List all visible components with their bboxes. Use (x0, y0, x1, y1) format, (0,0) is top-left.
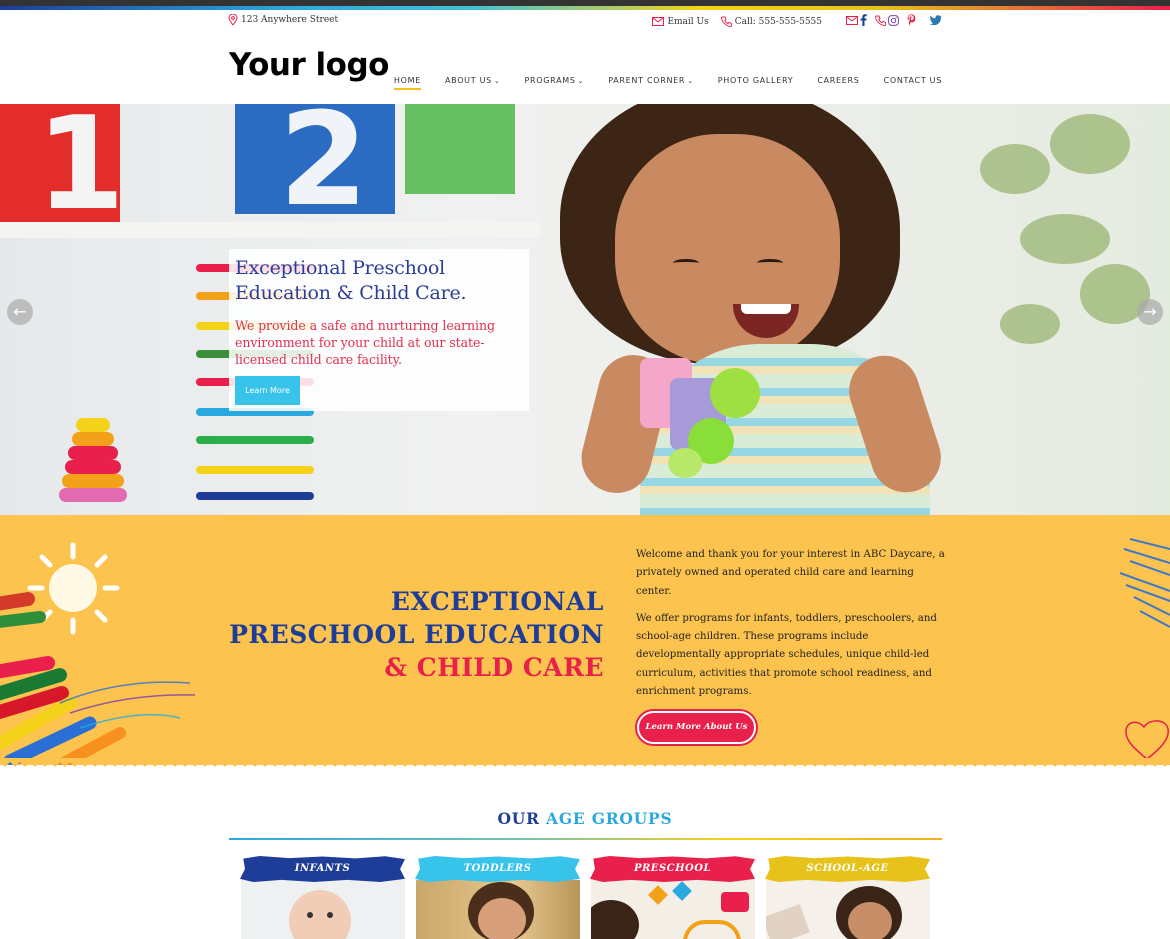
social-phone-icon[interactable] (875, 15, 886, 29)
nav-photo-gallery[interactable]: PHOTO GALLERY (706, 76, 806, 85)
nav-careers[interactable]: CAREERS (805, 76, 871, 85)
address-text: 123 Anywhere Street (241, 15, 339, 25)
stacking-rings (56, 416, 130, 515)
number-block-blue: 2 (235, 104, 395, 235)
main-nav: HOME ABOUT US ⌄ PROGRAMS ⌄ PARENT CORNER ⌄ … (382, 76, 942, 90)
phone-icon (720, 16, 732, 27)
nav-contact-us-label: CONTACT US (883, 76, 942, 85)
chevron-down-icon: ⌄ (687, 77, 694, 85)
school-age-banner: SCHOOL-AGE (765, 856, 930, 882)
top-bar: 123 Anywhere Street Email Us Call: 555-5… (228, 12, 942, 32)
infants-banner: INFANTS (240, 856, 405, 882)
preschool-banner: PRESCHOOL (590, 856, 755, 882)
nav-programs-label: PROGRAMS (524, 76, 576, 85)
age-group-card-infants[interactable]: INFANTS (240, 856, 405, 939)
nav-about-us[interactable]: ABOUT US ⌄ (433, 76, 513, 85)
site-logo[interactable]: Your logo (229, 47, 389, 83)
nav-parent-corner-label: PARENT CORNER (608, 76, 686, 85)
shelf (0, 222, 540, 238)
welcome-para-2: We offer programs for infants, toddlers,… (636, 612, 937, 698)
email-us-label: Email Us (667, 16, 709, 27)
toy-block-green (405, 104, 515, 194)
phone-link[interactable]: Call: 555-555-5555 (720, 16, 822, 27)
toddlers-banner: TODDLERS (415, 856, 580, 882)
age-groups-title-part1: OUR (497, 809, 540, 828)
zigzag-edge (0, 758, 1170, 767)
welcome-section: EXCEPTIONAL PRESCHOOL EDUCATION & CHILD … (0, 515, 1170, 765)
welcome-heading: EXCEPTIONAL PRESCHOOL EDUCATION & CHILD … (229, 585, 604, 684)
toddlers-photo (416, 880, 580, 939)
page: 123 Anywhere Street Email Us Call: 555-5… (0, 0, 1170, 939)
welcome-text: Welcome and thank you for your interest … (636, 546, 946, 701)
address: 123 Anywhere Street (228, 14, 338, 26)
chevron-down-icon: ⌄ (577, 77, 585, 85)
age-groups-title: OUR AGE GROUPS (0, 809, 1170, 828)
plant (940, 104, 1170, 515)
facebook-icon[interactable] (860, 14, 867, 29)
map-pin-icon (228, 14, 238, 26)
top-stripe (0, 0, 1170, 10)
age-group-card-school-age[interactable]: SCHOOL-AGE (765, 856, 930, 939)
age-group-card-preschool[interactable]: PRESCHOOL (590, 856, 755, 939)
nav-careers-label: CAREERS (817, 76, 860, 85)
phone-label: Call: 555-555-5555 (734, 16, 822, 27)
blue-scribble-icon (1119, 538, 1170, 628)
slider-prev-arrow-icon[interactable]: ← (7, 299, 33, 325)
nav-contact-us[interactable]: CONTACT US (872, 76, 942, 85)
contact-links: Email Us Call: 555-555-5555 (652, 14, 942, 29)
age-groups-title-part2: AGE GROUPS (546, 809, 673, 828)
hero-learn-more-button[interactable]: Learn More (235, 376, 300, 405)
hero-title-line1: Exceptional Preschool (235, 257, 445, 279)
hero-title-line2: Education & Child Care. (235, 282, 467, 304)
nav-photo-gallery-label: PHOTO GALLERY (717, 76, 794, 85)
email-icon (652, 17, 665, 26)
hero-text: We provide a safe and nurturing learning… (235, 318, 495, 367)
age-groups-divider (229, 838, 942, 840)
infants-photo (241, 880, 405, 939)
nav-about-us-label: ABOUT US (444, 76, 492, 85)
hero-slider: 1 2 ← → Exceptional Preschool Education … (0, 104, 1170, 515)
slider-next-arrow-icon[interactable]: → (1137, 299, 1163, 325)
nav-parent-corner[interactable]: PARENT CORNER ⌄ (596, 76, 706, 85)
instagram-icon[interactable] (888, 14, 899, 29)
number-block-red: 1 (0, 104, 125, 239)
age-group-card-toddlers[interactable]: TODDLERS (415, 856, 580, 939)
twitter-icon[interactable] (930, 15, 942, 28)
social-icons (846, 14, 942, 29)
toy-blocks (640, 348, 770, 478)
nav-home[interactable]: HOME (382, 76, 433, 90)
welcome-heading-line2: PRESCHOOL EDUCATION (229, 620, 604, 649)
nav-home-label: HOME (393, 76, 421, 85)
welcome-heading-line1: EXCEPTIONAL (390, 587, 604, 616)
chevron-down-icon: ⌄ (493, 77, 501, 85)
nav-programs[interactable]: PROGRAMS ⌄ (512, 76, 596, 85)
preschool-photo (591, 880, 755, 939)
hero-caption: Exceptional Preschool Education & Child … (229, 249, 529, 411)
school-age-photo (766, 880, 930, 939)
hero-title: Exceptional Preschool Education & Child … (235, 256, 523, 306)
learn-more-about-us-button[interactable]: Learn More About Us (637, 711, 756, 744)
social-email-icon[interactable] (846, 15, 858, 28)
crayons-icon (0, 592, 196, 765)
pinterest-icon[interactable] (907, 14, 916, 29)
welcome-heading-line3: & CHILD CARE (384, 653, 604, 682)
email-us-link[interactable]: Email Us (652, 16, 709, 27)
welcome-para-1: Welcome and thank you for your interest … (636, 549, 945, 597)
